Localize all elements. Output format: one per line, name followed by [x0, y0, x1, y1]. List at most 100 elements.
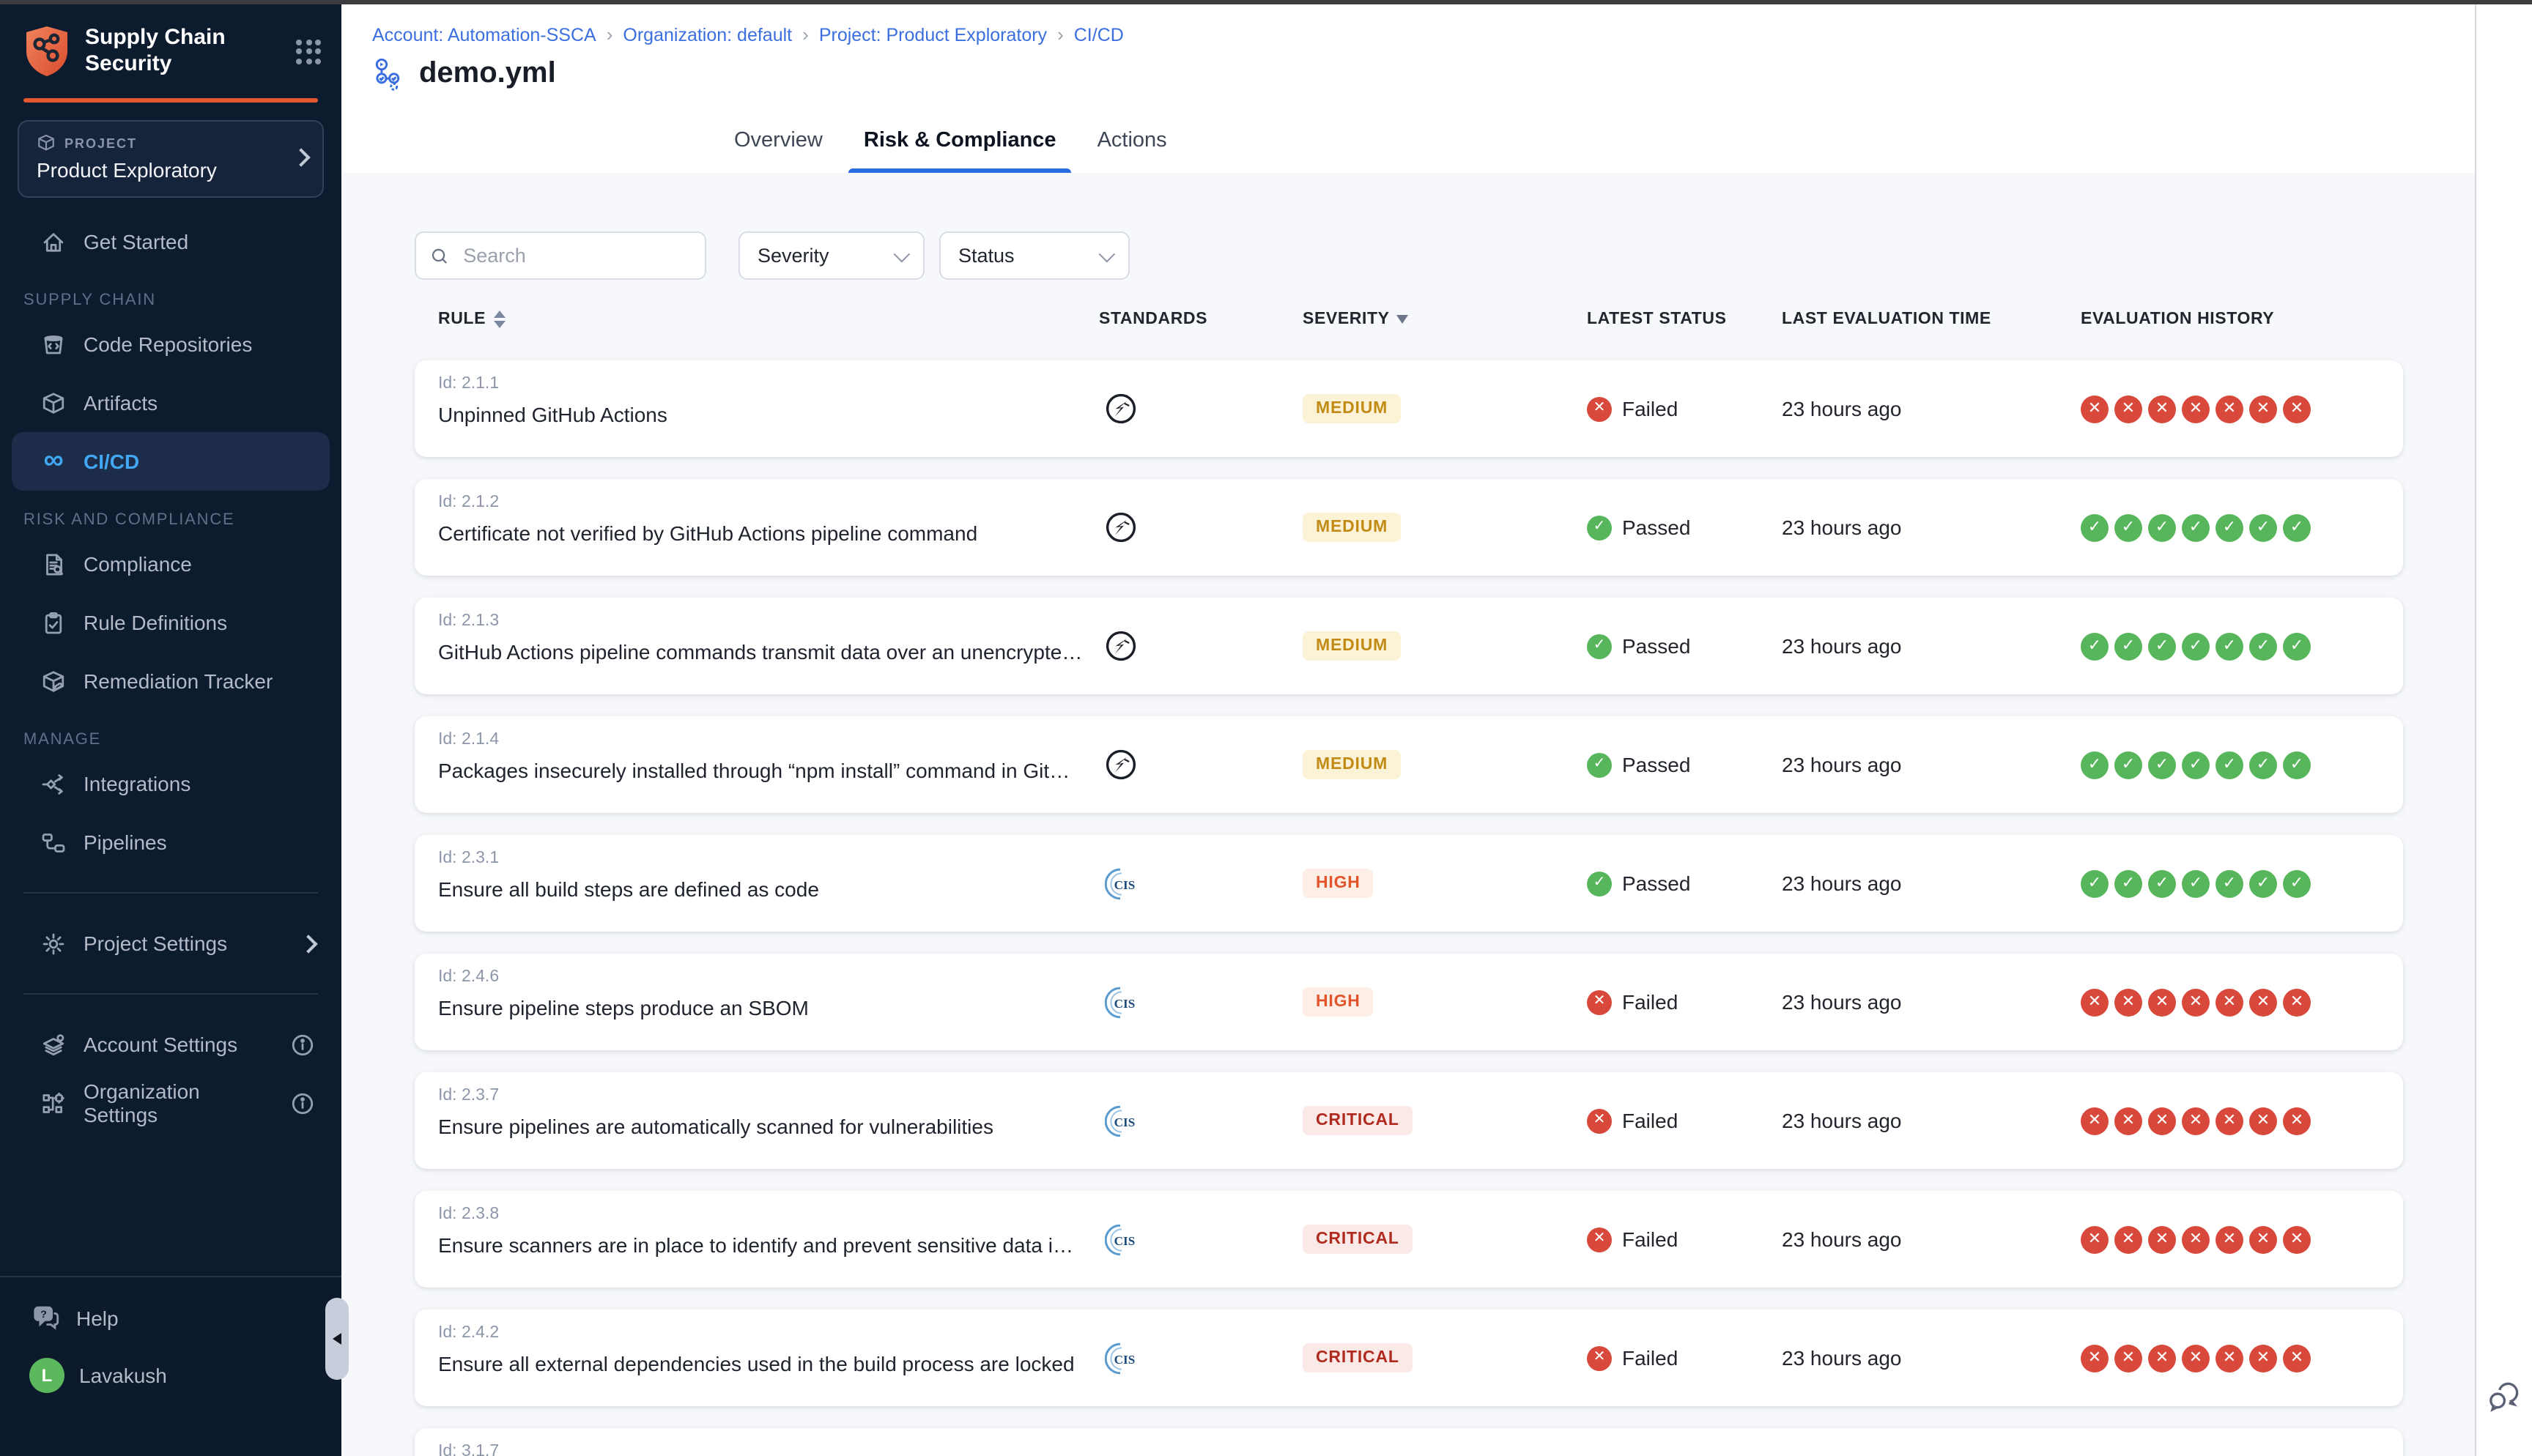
history-passed-icon[interactable]: ✓ — [2182, 632, 2210, 660]
history-failed-icon[interactable]: ✕ — [2182, 1344, 2210, 1372]
history-failed-icon[interactable]: ✕ — [2148, 988, 2176, 1016]
history-failed-icon[interactable]: ✕ — [2283, 395, 2311, 423]
sidebar-item-project-settings[interactable]: Project Settings — [12, 914, 330, 973]
column-severity[interactable]: SEVERITY — [1303, 311, 1587, 328]
sidebar-item-rule-definitions[interactable]: Rule Definitions — [12, 593, 330, 652]
history-failed-icon[interactable]: ✕ — [2216, 395, 2243, 423]
history-passed-icon[interactable]: ✓ — [2081, 632, 2109, 660]
sidebar-item-organization-settings[interactable]: Organization Settings — [12, 1074, 330, 1132]
history-failed-icon[interactable]: ✕ — [2081, 395, 2109, 423]
history-failed-icon[interactable]: ✕ — [2249, 1225, 2277, 1253]
history-failed-icon[interactable]: ✕ — [2081, 1107, 2109, 1134]
table-row[interactable]: Id: 2.1.2 Certificate not verified by Gi… — [415, 479, 2403, 576]
history-passed-icon[interactable]: ✓ — [2249, 513, 2277, 541]
history-passed-icon[interactable]: ✓ — [2283, 751, 2311, 779]
history-failed-icon[interactable]: ✕ — [2114, 1225, 2142, 1253]
sidebar-item-remediation-tracker[interactable]: Remediation Tracker — [12, 652, 330, 710]
history-failed-icon[interactable]: ✕ — [2114, 988, 2142, 1016]
history-failed-icon[interactable]: ✕ — [2114, 1344, 2142, 1372]
history-passed-icon[interactable]: ✓ — [2283, 632, 2311, 660]
breadcrumb-cicd[interactable]: CI/CD — [1074, 24, 1124, 45]
rule-name[interactable]: Ensure all external dependencies used in… — [438, 1352, 1099, 1375]
history-passed-icon[interactable]: ✓ — [2148, 869, 2176, 897]
table-row[interactable]: Id: 2.4.6 Ensure pipeline steps produce … — [415, 954, 2403, 1050]
sidebar-item-ci-cd[interactable]: ∞CI/CD — [12, 432, 330, 491]
rule-name[interactable]: Unpinned GitHub Actions — [438, 403, 1099, 426]
history-failed-icon[interactable]: ✕ — [2182, 1107, 2210, 1134]
history-failed-icon[interactable]: ✕ — [2216, 988, 2243, 1016]
history-passed-icon[interactable]: ✓ — [2182, 513, 2210, 541]
history-failed-icon[interactable]: ✕ — [2081, 1344, 2109, 1372]
project-selector[interactable]: PROJECT Product Exploratory — [18, 120, 324, 198]
sidebar-item-get-started[interactable]: Get Started — [12, 212, 330, 271]
history-failed-icon[interactable]: ✕ — [2283, 1225, 2311, 1253]
history-passed-icon[interactable]: ✓ — [2114, 869, 2142, 897]
history-failed-icon[interactable]: ✕ — [2148, 1107, 2176, 1134]
table-row[interactable]: Id: 3.1.7 CIS CRITICAL ✕ Failed 23 hours… — [415, 1428, 2403, 1456]
table-row[interactable]: Id: 2.1.3 GitHub Actions pipeline comman… — [415, 598, 2403, 694]
history-failed-icon[interactable]: ✕ — [2216, 1344, 2243, 1372]
breadcrumb-account[interactable]: Account: Automation-SSCA — [372, 24, 596, 45]
feedback-chat-icon[interactable] — [2485, 1377, 2523, 1415]
user-menu[interactable]: L Lavakush — [0, 1331, 341, 1393]
search-input[interactable] — [460, 243, 690, 268]
history-passed-icon[interactable]: ✓ — [2114, 513, 2142, 541]
column-rule[interactable]: RULE — [438, 311, 1099, 328]
sidebar-collapse-handle[interactable] — [325, 1298, 349, 1380]
history-passed-icon[interactable]: ✓ — [2283, 869, 2311, 897]
history-failed-icon[interactable]: ✕ — [2283, 1344, 2311, 1372]
sidebar-item-integrations[interactable]: Integrations — [12, 754, 330, 813]
history-passed-icon[interactable]: ✓ — [2182, 869, 2210, 897]
rule-name[interactable]: GitHub Actions pipeline commands transmi… — [438, 640, 1099, 664]
table-row[interactable]: Id: 2.3.8 Ensure scanners are in place t… — [415, 1191, 2403, 1288]
tab-risk-and-compliance[interactable]: Risk & Compliance — [843, 107, 1077, 173]
breadcrumb-organization[interactable]: Organization: default — [623, 24, 792, 45]
history-passed-icon[interactable]: ✓ — [2249, 632, 2277, 660]
severity-filter-dropdown[interactable]: Severity — [738, 231, 925, 280]
history-failed-icon[interactable]: ✕ — [2216, 1225, 2243, 1253]
history-passed-icon[interactable]: ✓ — [2216, 513, 2243, 541]
status-filter-dropdown[interactable]: Status — [939, 231, 1130, 280]
history-passed-icon[interactable]: ✓ — [2148, 513, 2176, 541]
history-failed-icon[interactable]: ✕ — [2182, 395, 2210, 423]
sidebar-item-account-settings[interactable]: Account Settings — [12, 1015, 330, 1074]
sidebar-item-compliance[interactable]: Compliance — [12, 535, 330, 593]
history-failed-icon[interactable]: ✕ — [2283, 1107, 2311, 1134]
history-passed-icon[interactable]: ✓ — [2081, 513, 2109, 541]
history-failed-icon[interactable]: ✕ — [2148, 395, 2176, 423]
rule-name[interactable]: Ensure all build steps are defined as co… — [438, 877, 1099, 901]
history-failed-icon[interactable]: ✕ — [2249, 988, 2277, 1016]
history-failed-icon[interactable]: ✕ — [2249, 395, 2277, 423]
history-failed-icon[interactable]: ✕ — [2216, 1107, 2243, 1134]
tab-overview[interactable]: Overview — [714, 107, 843, 173]
history-failed-icon[interactable]: ✕ — [2114, 1107, 2142, 1134]
history-passed-icon[interactable]: ✓ — [2216, 751, 2243, 779]
history-failed-icon[interactable]: ✕ — [2148, 1225, 2176, 1253]
table-row[interactable]: Id: 2.3.7 Ensure pipelines are automatic… — [415, 1072, 2403, 1169]
rule-name[interactable]: Ensure pipelines are automatically scann… — [438, 1115, 1099, 1138]
history-passed-icon[interactable]: ✓ — [2283, 513, 2311, 541]
sidebar-item-code-repositories[interactable]: Code Repositories — [12, 315, 330, 374]
history-passed-icon[interactable]: ✓ — [2114, 632, 2142, 660]
history-failed-icon[interactable]: ✕ — [2182, 988, 2210, 1016]
history-failed-icon[interactable]: ✕ — [2249, 1107, 2277, 1134]
table-row[interactable]: Id: 2.4.2 Ensure all external dependenci… — [415, 1310, 2403, 1406]
rule-name[interactable]: Packages insecurely installed through “n… — [438, 759, 1099, 782]
rule-name[interactable]: Ensure scanners are in place to identify… — [438, 1233, 1099, 1257]
history-passed-icon[interactable]: ✓ — [2249, 751, 2277, 779]
sidebar-item-artifacts[interactable]: Artifacts — [12, 374, 330, 432]
history-passed-icon[interactable]: ✓ — [2182, 751, 2210, 779]
history-passed-icon[interactable]: ✓ — [2216, 632, 2243, 660]
history-passed-icon[interactable]: ✓ — [2148, 632, 2176, 660]
rule-name[interactable]: Certificate not verified by GitHub Actio… — [438, 521, 1099, 545]
help-button[interactable]: ? Help — [0, 1277, 341, 1331]
history-failed-icon[interactable]: ✕ — [2114, 395, 2142, 423]
table-row[interactable]: Id: 2.1.1 Unpinned GitHub Actions MEDIUM… — [415, 360, 2403, 457]
history-failed-icon[interactable]: ✕ — [2081, 1225, 2109, 1253]
tab-actions[interactable]: Actions — [1077, 107, 1188, 173]
history-failed-icon[interactable]: ✕ — [2148, 1344, 2176, 1372]
history-passed-icon[interactable]: ✓ — [2081, 751, 2109, 779]
breadcrumb-project[interactable]: Project: Product Exploratory — [819, 24, 1047, 45]
search-box[interactable] — [415, 231, 706, 280]
history-passed-icon[interactable]: ✓ — [2249, 869, 2277, 897]
